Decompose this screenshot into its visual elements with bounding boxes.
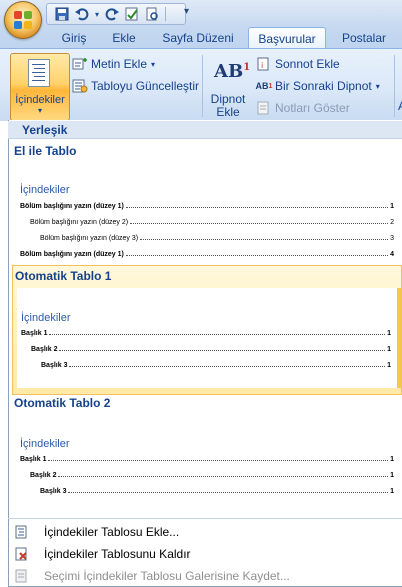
endnote-icon: i (256, 56, 272, 72)
menu-separator (8, 518, 402, 519)
remove-toc-label: İçindekiler Tablosunu Kaldır (44, 547, 191, 561)
preview-line: Bölüm başlığını yazın (düzey 3) 3 (40, 235, 394, 242)
toc-button-label: İçindekiler (15, 94, 65, 106)
add-text-label: Metin Ekle (91, 57, 148, 71)
undo-icon[interactable] (73, 6, 91, 22)
preview-line: Bölüm başlığını yazın (düzey 2) 2 (30, 219, 394, 226)
save-icon[interactable] (53, 6, 71, 22)
preview-line: Başlık 31 (41, 362, 391, 369)
show-notes-icon (256, 100, 272, 116)
ribbon-group-separator (202, 55, 203, 117)
ribbon-group-separator (394, 55, 395, 117)
chevron-down-icon: ▾ (375, 81, 380, 91)
show-notes-label: Notları Göster (275, 101, 350, 115)
tab-sayfa-duzeni[interactable]: Sayfa Düzeni (158, 28, 238, 48)
preview-heading: İçindekiler (20, 184, 70, 196)
preview-line: Bölüm başlığını yazın (düzey 1) 4 (20, 251, 394, 258)
toc-button[interactable]: İçindekiler ▾ (10, 53, 70, 121)
svg-text:i: i (261, 61, 263, 70)
gallery-item-title: Otomatik Tablo 1 (15, 269, 112, 283)
save-to-gallery-icon (8, 569, 34, 583)
preview-line: Başlık 21 (31, 346, 391, 353)
gallery-item-title: El ile Tablo (14, 144, 77, 158)
quick-access-toolbar: ▾ (46, 3, 186, 25)
preview-line: Başlık 21 (30, 472, 394, 479)
chevron-down-icon: ▾ (151, 59, 156, 69)
show-notes-button[interactable]: Notları Göster (256, 99, 350, 117)
undo-dropdown-icon[interactable]: ▾ (93, 6, 101, 22)
insert-toc-icon (8, 525, 34, 539)
tab-postalar[interactable]: Postalar (334, 28, 394, 48)
preview-line: Bölüm başlığını yazın (düzey 1) 1 (20, 203, 394, 210)
gallery-item-automatic-table-2[interactable]: İçindekiler Başlık 11 Başlık 21 Başlık 3… (14, 414, 398, 514)
remove-toc-icon (8, 547, 34, 561)
insert-endnote-button[interactable]: i Sonnot Ekle (256, 55, 340, 73)
next-footnote-button[interactable]: AB 1 Bir Sonraki Dipnot ▾ (256, 77, 380, 95)
print-preview-icon[interactable] (143, 6, 161, 22)
preview-line: Başlık 11 (20, 456, 394, 463)
preview-line: Başlık 31 (40, 488, 394, 495)
spelling-icon[interactable] (123, 6, 141, 22)
gallery-category-header: Yerleşik (8, 121, 402, 139)
table-of-contents-icon (28, 59, 50, 87)
tab-basvurular[interactable]: Başvurular (248, 27, 326, 50)
cut-off-ribbon-label: A (398, 99, 402, 113)
update-table-label: Tabloyu Güncelleştir (91, 79, 200, 93)
preview-line: Başlık 11 (21, 330, 391, 337)
gallery-item-automatic-table-1[interactable]: Otomatik Tablo 1 İçindekiler Başlık 11 B… (12, 265, 402, 395)
qat-separator (165, 7, 166, 21)
save-selection-label: Seçimi İçindekiler Tablosu Galerisine Ka… (44, 569, 290, 583)
insert-footnote-label: Dipnot Ekle (210, 92, 246, 119)
preview-heading: İçindekiler (21, 312, 71, 324)
save-selection-menu-item[interactable]: Seçimi İçindekiler Tablosu Galerisine Ka… (8, 565, 402, 587)
ribbon-tabs: Giriş Ekle Sayfa Düzeni Başvurular Posta… (0, 27, 402, 50)
gallery-item-title: Otomatik Tablo 2 (14, 396, 111, 410)
add-text-icon (72, 56, 88, 72)
tab-ekle[interactable]: Ekle (104, 28, 144, 48)
gallery-item-manual-table[interactable]: İçindekiler Bölüm başlığını yazın (düzey… (14, 162, 398, 262)
gallery-item-preview: İçindekiler Başlık 11 Başlık 21 Başlık 3… (17, 288, 401, 388)
preview-heading: İçindekiler (20, 438, 70, 450)
insert-toc-label: İçindekiler Tablosu Ekle... (44, 525, 180, 539)
footnote-icon: AB1 (214, 61, 251, 82)
insert-endnote-label: Sonnot Ekle (275, 57, 340, 71)
redo-icon[interactable] (103, 6, 121, 22)
office-logo-icon (14, 11, 32, 29)
customize-qat-icon[interactable]: ▾ (184, 6, 189, 17)
next-footnote-icon: AB 1 (255, 81, 273, 91)
next-footnote-label: Bir Sonraki Dipnot (275, 79, 372, 93)
tab-giris[interactable]: Giriş (54, 28, 94, 48)
remove-toc-menu-item[interactable]: İçindekiler Tablosunu Kaldır (8, 543, 402, 565)
ribbon: İçindekiler ▾ Metin Ekle ▾ Tabloyu Günce… (0, 48, 402, 121)
update-table-button[interactable]: Tabloyu Güncelleştir (72, 77, 199, 95)
update-table-icon (72, 78, 88, 94)
chevron-down-icon: ▾ (37, 106, 42, 115)
add-text-button[interactable]: Metin Ekle ▾ (72, 55, 155, 73)
insert-toc-menu-item[interactable]: İçindekiler Tablosu Ekle... (8, 521, 402, 543)
office-button[interactable] (4, 1, 42, 39)
